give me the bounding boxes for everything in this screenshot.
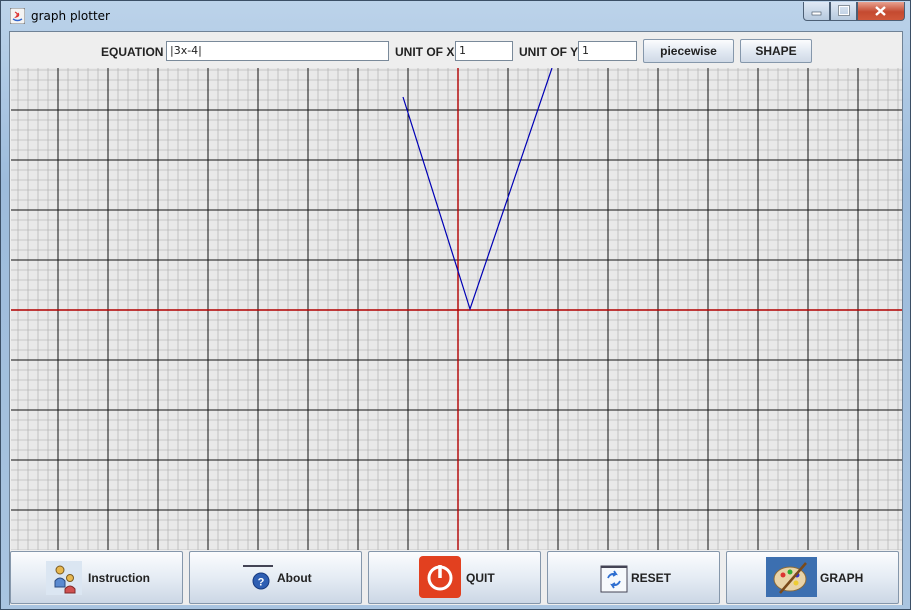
bottom-button-bar: Instruction ? About QUIT RESET GRAPH xyxy=(10,550,902,605)
window-title: graph plotter xyxy=(31,9,110,23)
palette-icon xyxy=(766,557,817,597)
minimize-icon xyxy=(811,11,822,16)
graph-button[interactable]: GRAPH xyxy=(726,551,899,604)
piecewise-button[interactable]: piecewise xyxy=(643,39,734,63)
close-button[interactable] xyxy=(857,2,905,21)
graph-label: GRAPH xyxy=(820,571,864,585)
power-icon xyxy=(419,556,461,598)
reset-icon xyxy=(600,565,628,593)
instruction-button[interactable]: Instruction xyxy=(10,551,183,604)
app-window: graph plotter EQUATION |3x-4| UNIT OF X … xyxy=(0,0,911,610)
shape-button[interactable]: SHAPE xyxy=(740,39,812,63)
title-bar[interactable]: graph plotter xyxy=(1,1,910,31)
minimize-button[interactable] xyxy=(803,2,830,21)
unit-x-label: UNIT OF X xyxy=(395,45,455,59)
unit-y-label: UNIT OF Y xyxy=(519,45,579,59)
instruction-label: Instruction xyxy=(88,571,150,585)
quit-label: QUIT xyxy=(466,571,495,585)
reset-label: RESET xyxy=(631,571,672,585)
equation-input[interactable]: |3x-4| xyxy=(166,41,389,61)
java-app-icon xyxy=(10,8,25,24)
maximize-button[interactable] xyxy=(830,2,857,21)
close-icon xyxy=(875,6,886,16)
unit-y-input[interactable]: 1 xyxy=(578,41,637,61)
main-panel: EQUATION |3x-4| UNIT OF X 1 UNIT OF Y 1 … xyxy=(9,31,903,605)
about-label: About xyxy=(277,571,312,585)
maximize-icon xyxy=(838,5,850,16)
help-icon: ? xyxy=(243,565,273,590)
graph-canvas[interactable] xyxy=(11,68,902,551)
about-button[interactable]: ? About xyxy=(189,551,362,604)
reset-button[interactable]: RESET xyxy=(547,551,720,604)
equation-label: EQUATION xyxy=(101,45,164,59)
quit-button[interactable]: QUIT xyxy=(368,551,541,604)
instruction-icon xyxy=(46,561,82,595)
unit-x-input[interactable]: 1 xyxy=(455,41,513,61)
svg-text:?: ? xyxy=(258,577,265,589)
